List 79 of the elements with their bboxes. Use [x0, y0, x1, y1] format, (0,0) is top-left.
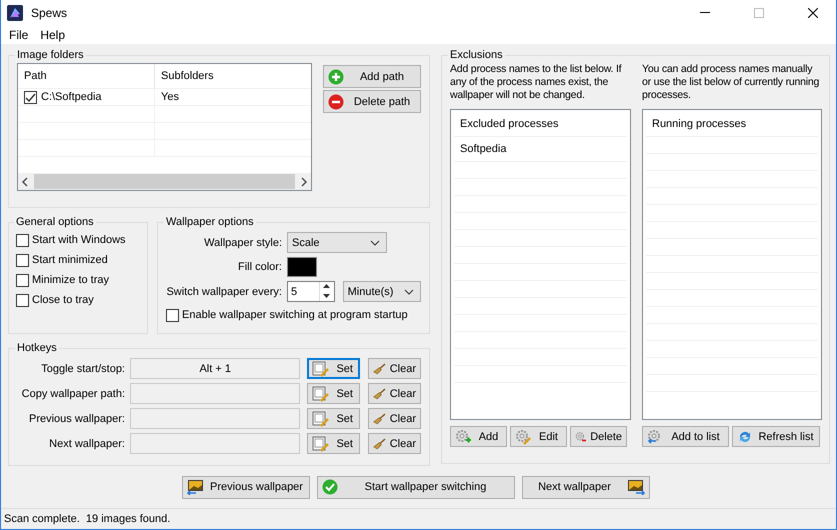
wallpaper-control-button[interactable]: Previous wallpaper: [182, 476, 310, 499]
hotkey-label: Next wallpaper:: [48, 438, 125, 450]
checkbox[interactable]: [16, 234, 29, 247]
option-label: Minimize to tray: [32, 274, 110, 286]
group-title: Wallpaper options: [165, 216, 255, 228]
exclusion-action-button[interactable]: Add: [450, 426, 507, 448]
app-icon: [7, 4, 23, 20]
hotkey-label: Copy wallpaper path:: [20, 388, 125, 400]
exclusion-action-button[interactable]: Edit: [510, 426, 567, 448]
minus-icon: [328, 94, 344, 110]
column-header[interactable]: Subfolders: [155, 64, 311, 88]
list-item[interactable]: Softpedia: [460, 143, 506, 156]
keyboard-key-pencil-icon: [312, 410, 330, 427]
option-label: Close to tray: [32, 294, 94, 306]
check-icon: [322, 479, 338, 496]
clear-hotkey-button[interactable]: Clear: [368, 408, 421, 430]
option-label: Start minimized: [32, 254, 108, 266]
column-header[interactable]: Path: [18, 64, 155, 88]
process-action-button[interactable]: Refresh list: [732, 426, 820, 448]
exclusion-action-button[interactable]: Delete: [570, 426, 627, 448]
close-icon[interactable]: [808, 8, 818, 18]
wallpaper-style-dropdown[interactable]: Scale: [287, 232, 387, 254]
field-label: Switch wallpaper every:: [166, 286, 282, 298]
gear-icon: [647, 428, 663, 445]
clear-hotkey-button[interactable]: Clear: [368, 433, 421, 454]
menu-item[interactable]: File: [3, 28, 34, 42]
checkbox[interactable]: [16, 254, 29, 267]
status-text: Scan complete. 19 images found.: [4, 512, 170, 525]
clear-hotkey-button[interactable]: Clear: [368, 358, 421, 380]
hotkey-label: Previous wallpaper:: [28, 412, 125, 425]
dropdown-caret-icon: [404, 288, 414, 295]
field-label: Fill color:: [236, 261, 282, 274]
image-arrow-icon: [186, 479, 204, 496]
field-label: Wallpaper style:: [203, 236, 282, 249]
menu-item[interactable]: Help: [34, 28, 72, 42]
group-title: Hotkeys: [16, 342, 58, 354]
gear-icon: [455, 428, 471, 445]
group-title: Image folders: [16, 49, 85, 62]
wallpaper-control-button[interactable]: Next wallpaper: [522, 476, 650, 499]
option-label: Enable wallpaper switching at program startup: [182, 309, 408, 322]
process-action-button[interactable]: Add to list: [642, 426, 729, 448]
keyboard-key-pencil-icon: [312, 360, 330, 377]
instruction-text: You can add process names manually or use the list below of currently running processes.: [642, 63, 820, 104]
group-title: General options: [15, 216, 95, 228]
keyboard-key-pencil-icon: [312, 386, 330, 402]
hotkey-field[interactable]: [130, 383, 300, 404]
interval-spinner[interactable]: 5: [287, 281, 335, 302]
hotkey-label: Toggle start/stop:: [40, 362, 125, 375]
set-hotkey-button[interactable]: Set: [307, 433, 360, 454]
wallpaper-control-button[interactable]: Start wallpaper switching: [316, 476, 514, 499]
set-hotkey-button[interactable]: Set: [307, 358, 360, 380]
image-arrow-icon: [626, 479, 644, 496]
instruction-text: Add process names to the list below. If any of the process names exist, the wallpaper will not be changed.: [450, 63, 622, 104]
unit-dropdown[interactable]: Minute(s): [342, 281, 421, 302]
fill-color-swatch[interactable]: [287, 257, 317, 278]
folder-action-button[interactable]: Delete path: [323, 90, 421, 114]
hotkey-field[interactable]: Alt + 1: [130, 358, 300, 380]
window-title: Spews: [31, 6, 68, 20]
checked-checkbox[interactable]: [24, 90, 37, 104]
folder-action-button[interactable]: Add path: [323, 65, 421, 88]
list-header: Excluded processes: [460, 118, 558, 130]
keyboard-key-pencil-icon: [312, 436, 330, 452]
hotkey-field[interactable]: [130, 408, 300, 430]
clear-hotkey-button[interactable]: Clear: [368, 383, 421, 404]
checkbox[interactable]: [16, 294, 29, 307]
option-label: Start with Windows: [32, 234, 126, 246]
plus-icon: [328, 68, 344, 85]
group-title: Exclusions: [449, 49, 504, 62]
dropdown-caret-icon: [370, 240, 380, 246]
gear-icon: [515, 428, 531, 445]
list-header: Running processes: [652, 118, 746, 130]
set-hotkey-button[interactable]: Set: [307, 408, 360, 430]
horizontal-scrollbar[interactable]: [18, 173, 311, 190]
checkbox[interactable]: [166, 308, 179, 322]
hotkey-field[interactable]: [130, 433, 300, 454]
checkbox[interactable]: [16, 274, 29, 287]
table-cell: Yes: [161, 91, 179, 104]
set-hotkey-button[interactable]: Set: [307, 383, 360, 404]
table-cell: C:\Softpedia: [41, 91, 102, 104]
